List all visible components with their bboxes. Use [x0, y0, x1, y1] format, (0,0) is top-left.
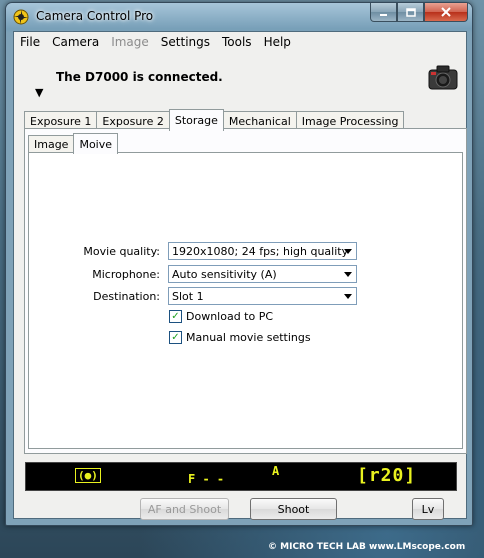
maximize-button[interactable]	[397, 3, 424, 22]
download-to-pc-label: Download to PC	[186, 310, 274, 323]
movie-settings-panel: Movie quality: 1920x1080; 24 fps; high q…	[28, 152, 463, 449]
manual-movie-checkbox[interactable]: ✓	[169, 331, 182, 344]
lcd-mode: A	[272, 464, 280, 478]
client-area: File Camera Image Settings Tools Help Th…	[13, 31, 467, 520]
shoot-button[interactable]: Shoot	[250, 498, 337, 520]
microphone-dropdown[interactable]: Auto sensitivity (A)	[168, 265, 357, 283]
destination-value: Slot 1	[172, 290, 204, 303]
window-controls	[370, 3, 468, 22]
expand-arrow-icon[interactable]: ▼	[35, 86, 43, 99]
microphone-label: Microphone:	[92, 268, 160, 281]
menu-settings[interactable]: Settings	[155, 35, 216, 49]
menu-bar: File Camera Image Settings Tools Help	[14, 32, 466, 52]
lcd-status-icon: (●)	[75, 468, 101, 483]
close-icon	[441, 7, 451, 17]
chevron-down-icon	[344, 249, 352, 254]
app-window: Camera Control Pro File Camera Image Set…	[5, 2, 473, 526]
minimize-button[interactable]	[370, 3, 397, 22]
af-and-shoot-button[interactable]: AF and Shoot	[140, 498, 229, 520]
chevron-down-icon	[344, 272, 352, 277]
menu-camera[interactable]: Camera	[46, 35, 105, 49]
microphone-value: Auto sensitivity (A)	[172, 268, 277, 281]
app-logo-icon	[13, 9, 29, 25]
close-button[interactable]	[424, 3, 468, 22]
movie-quality-dropdown[interactable]: 1920x1080; 24 fps; high quality	[168, 242, 357, 260]
watermark-text: © MICRO TECH LAB www.LMscope.com	[268, 542, 466, 552]
menu-image[interactable]: Image	[105, 35, 155, 49]
camera-icon[interactable]	[427, 63, 459, 91]
storage-subtabs: Image Moive	[28, 132, 119, 154]
movie-quality-value: 1920x1080; 24 fps; high quality	[172, 245, 349, 258]
chevron-down-icon	[344, 294, 352, 299]
minimize-icon	[380, 13, 387, 16]
download-to-pc-row[interactable]: ✓ Download to PC	[169, 310, 273, 323]
maximize-icon	[405, 7, 416, 17]
movie-quality-label: Movie quality:	[83, 245, 160, 258]
menu-file[interactable]: File	[14, 35, 46, 49]
download-to-pc-checkbox[interactable]: ✓	[169, 310, 182, 323]
menu-tools[interactable]: Tools	[216, 35, 258, 49]
lcd-aperture: F - -	[188, 472, 225, 486]
storage-panel: Image Moive Movie quality: 1920x1080; 24…	[24, 128, 467, 454]
destination-label: Destination:	[93, 290, 160, 303]
destination-dropdown[interactable]: Slot 1	[168, 287, 357, 305]
camera-lcd-display: (●) F - - A [r20]	[25, 462, 457, 491]
tab-storage[interactable]: Storage	[168, 109, 224, 131]
lcd-remaining: [r20]	[357, 465, 417, 486]
live-view-button[interactable]: Lv	[412, 498, 444, 520]
main-tabs: Exposure 1 Exposure 2 Storage Mechanical…	[24, 108, 405, 131]
manual-movie-row[interactable]: ✓ Manual movie settings	[169, 331, 311, 344]
connection-status: The D7000 is connected.	[56, 70, 223, 84]
manual-movie-label: Manual movie settings	[186, 331, 311, 344]
title-bar[interactable]: Camera Control Pro	[6, 3, 472, 31]
menu-help[interactable]: Help	[258, 35, 297, 49]
subtab-movie[interactable]: Moive	[73, 133, 119, 154]
subtab-image[interactable]: Image	[28, 135, 75, 153]
window-title: Camera Control Pro	[36, 9, 154, 23]
